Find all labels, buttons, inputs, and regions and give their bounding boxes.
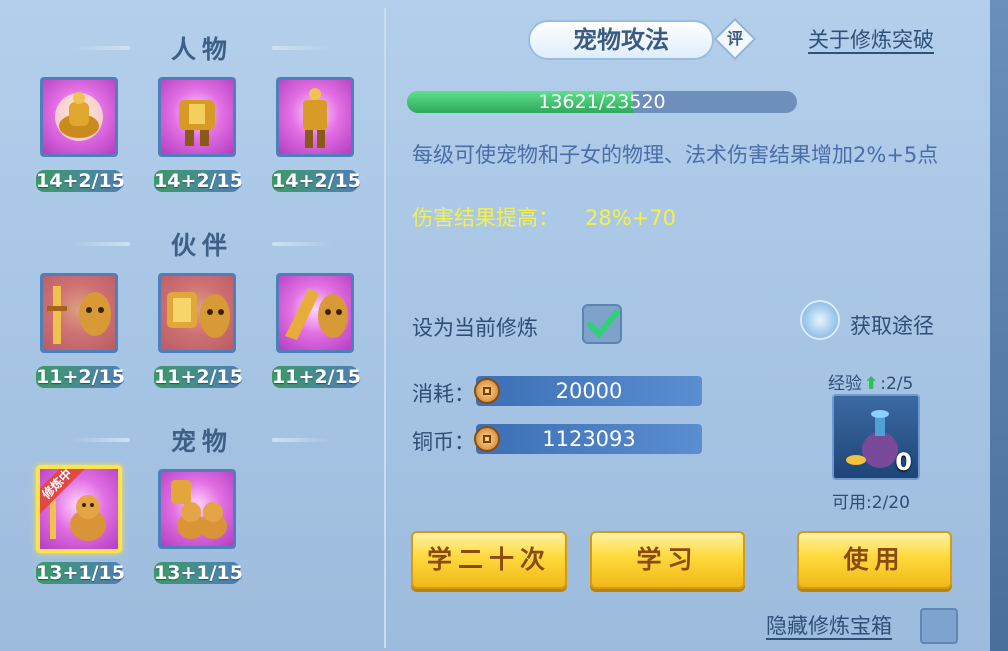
learn-button[interactable]: 学习	[590, 531, 745, 589]
set-current-checkbox[interactable]	[582, 304, 622, 344]
window-edge	[990, 0, 1008, 651]
exp-item-count: 0	[895, 448, 912, 476]
skill-title-tab[interactable]: 宠物攻法	[528, 20, 714, 60]
level-label: 11+2/15	[36, 366, 125, 388]
slot-partner-3[interactable]	[276, 273, 354, 353]
level-label: 13+1/15	[36, 562, 125, 584]
exp-label-text: 经验	[828, 374, 862, 394]
exp-progress-bar: 13621/23520	[407, 91, 797, 113]
title-ornament-left	[70, 438, 130, 442]
title-ornament-right	[272, 438, 332, 442]
shield-armor-icon	[179, 100, 215, 146]
copper-value: 1123093	[476, 424, 702, 454]
level-label: 14+2/15	[154, 170, 243, 192]
hide-chest-label[interactable]: 隐藏修炼宝箱	[766, 614, 892, 640]
set-current-label: 设为当前修炼	[412, 316, 538, 340]
book-icon[interactable]	[800, 300, 840, 340]
learn-twenty-button[interactable]: 学二十次	[411, 531, 567, 589]
checkmark-icon	[587, 309, 620, 339]
rate-button[interactable]: 评	[713, 17, 757, 61]
exp-item-slot[interactable]: 0	[832, 394, 920, 480]
copper-label: 铜币：	[412, 430, 475, 454]
slot-partner-1[interactable]	[40, 273, 118, 353]
claw-beast-icon	[285, 288, 348, 340]
shield-cat-icon	[171, 480, 227, 539]
copper-coin-icon	[474, 426, 500, 452]
exp-item-progress: :2/5	[880, 374, 914, 394]
level-label: 11+2/15	[272, 366, 361, 388]
slot-pet-2[interactable]	[158, 469, 236, 549]
effect-line: 伤害结果提高： 28%+70	[412, 202, 676, 232]
slot-character-2[interactable]	[158, 77, 236, 157]
exp-item-available: 可用:2/20	[832, 493, 910, 513]
level-label: 14+2/15	[272, 170, 361, 192]
effect-value: 28%+70	[585, 206, 676, 230]
slot-partner-2[interactable]	[158, 273, 236, 353]
rate-label: 评	[726, 29, 743, 48]
section-title-pet: 宠物	[170, 427, 233, 456]
hide-chest-checkbox[interactable]	[920, 608, 958, 644]
level-label: 13+1/15	[154, 562, 243, 584]
cost-value: 20000	[476, 376, 702, 406]
up-arrow-icon: ⬆	[864, 374, 879, 394]
section-title-character: 人物	[170, 35, 233, 64]
shield-beast-icon	[161, 276, 233, 350]
slot-pet-1[interactable]: 修炼中	[36, 465, 122, 553]
title-ornament-left	[70, 242, 130, 246]
level-label: 14+2/15	[36, 170, 125, 192]
about-breakthrough-link[interactable]: 关于修炼突破	[808, 28, 934, 54]
effect-label: 伤害结果提高：	[412, 206, 559, 230]
cultivation-panel: 人物 14+2/15 14+2/15 14+2/15 伙伴 11+2/15 11…	[0, 0, 1008, 651]
exp-progress-text: 13621/23520	[538, 91, 666, 113]
slot-character-1[interactable]	[40, 77, 118, 157]
section-title-partner: 伙伴	[170, 231, 233, 260]
title-ornament-right	[272, 46, 332, 50]
exp-item-label: 经验 ⬆:2/5	[828, 369, 913, 394]
monk-armor-icon	[55, 92, 103, 141]
level-label: 11+2/15	[154, 366, 243, 388]
sword-beast-icon	[43, 276, 115, 350]
cost-label: 消耗：	[412, 382, 475, 406]
panel-divider	[384, 8, 386, 648]
copper-coin-icon	[474, 378, 500, 404]
slot-character-3[interactable]	[276, 77, 354, 157]
use-button[interactable]: 使用	[797, 531, 952, 589]
acquire-link[interactable]: 获取途径	[850, 310, 934, 340]
warrior-armor-icon	[303, 88, 327, 148]
title-ornament-left	[70, 46, 130, 50]
skill-description: 每级可使宠物和子女的物理、法术伤害结果增加2%+5点	[412, 143, 939, 167]
title-ornament-right	[272, 242, 332, 246]
